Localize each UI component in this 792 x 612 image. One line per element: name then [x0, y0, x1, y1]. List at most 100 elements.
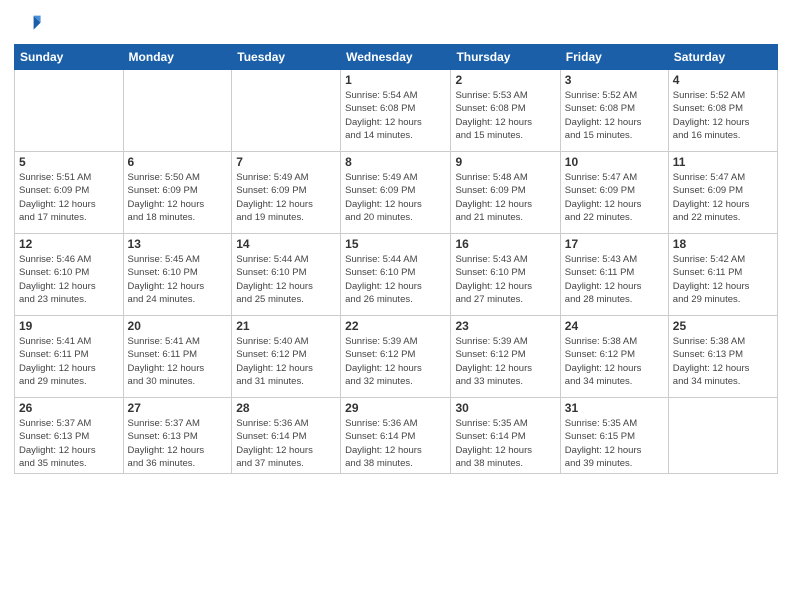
weekday-header: Thursday — [451, 45, 560, 70]
day-number: 6 — [128, 155, 228, 169]
calendar-row: 12 Sunrise: 5:46 AM Sunset: 6:10 PM Dayli… — [15, 234, 778, 316]
day-info: Sunrise: 5:51 AM Sunset: 6:09 PM Dayligh… — [19, 171, 119, 224]
day-number: 31 — [565, 401, 664, 415]
day-number: 28 — [236, 401, 336, 415]
day-number: 27 — [128, 401, 228, 415]
day-info: Sunrise: 5:46 AM Sunset: 6:10 PM Dayligh… — [19, 253, 119, 306]
calendar-cell: 24 Sunrise: 5:38 AM Sunset: 6:12 PM Dayli… — [560, 316, 668, 398]
day-info: Sunrise: 5:41 AM Sunset: 6:11 PM Dayligh… — [128, 335, 228, 388]
day-info: Sunrise: 5:52 AM Sunset: 6:08 PM Dayligh… — [565, 89, 664, 142]
day-info: Sunrise: 5:35 AM Sunset: 6:14 PM Dayligh… — [455, 417, 555, 470]
calendar-cell: 16 Sunrise: 5:43 AM Sunset: 6:10 PM Dayli… — [451, 234, 560, 316]
calendar-cell: 8 Sunrise: 5:49 AM Sunset: 6:09 PM Daylig… — [341, 152, 451, 234]
logo-icon — [14, 10, 42, 38]
calendar-cell: 29 Sunrise: 5:36 AM Sunset: 6:14 PM Dayli… — [341, 398, 451, 474]
calendar-cell: 1Sunrise: 5:54 AM Sunset: 6:08 PM Daylig… — [341, 70, 451, 152]
day-info: Sunrise: 5:49 AM Sunset: 6:09 PM Dayligh… — [236, 171, 336, 224]
calendar-cell: 25Sunrise: 5:38 AM Sunset: 6:13 PM Dayli… — [668, 316, 777, 398]
calendar-cell: 19 Sunrise: 5:41 AM Sunset: 6:11 PM Dayli… — [15, 316, 124, 398]
calendar-cell: 27 Sunrise: 5:37 AM Sunset: 6:13 PM Dayli… — [123, 398, 232, 474]
day-number: 17 — [565, 237, 664, 251]
calendar-cell: 14 Sunrise: 5:44 AM Sunset: 6:10 PM Dayli… — [232, 234, 341, 316]
day-info: Sunrise: 5:42 AM Sunset: 6:11 PM Dayligh… — [673, 253, 773, 306]
day-info: Sunrise: 5:50 AM Sunset: 6:09 PM Dayligh… — [128, 171, 228, 224]
weekday-header: Saturday — [668, 45, 777, 70]
day-number: 2 — [455, 73, 555, 87]
day-number: 24 — [565, 319, 664, 333]
calendar-row: 5 Sunrise: 5:51 AM Sunset: 6:09 PM Daylig… — [15, 152, 778, 234]
day-number: 20 — [128, 319, 228, 333]
calendar-cell — [15, 70, 124, 152]
calendar-cell: 10Sunrise: 5:47 AM Sunset: 6:09 PM Dayli… — [560, 152, 668, 234]
day-info: Sunrise: 5:39 AM Sunset: 6:12 PM Dayligh… — [455, 335, 555, 388]
calendar-cell: 28 Sunrise: 5:36 AM Sunset: 6:14 PM Dayli… — [232, 398, 341, 474]
calendar-cell: 20 Sunrise: 5:41 AM Sunset: 6:11 PM Dayli… — [123, 316, 232, 398]
calendar-cell: 23Sunrise: 5:39 AM Sunset: 6:12 PM Dayli… — [451, 316, 560, 398]
day-info: Sunrise: 5:37 AM Sunset: 6:13 PM Dayligh… — [128, 417, 228, 470]
day-info: Sunrise: 5:39 AM Sunset: 6:12 PM Dayligh… — [345, 335, 446, 388]
calendar-cell: 22Sunrise: 5:39 AM Sunset: 6:12 PM Dayli… — [341, 316, 451, 398]
calendar-cell: 17 Sunrise: 5:43 AM Sunset: 6:11 PM Dayli… — [560, 234, 668, 316]
calendar-cell: 18 Sunrise: 5:42 AM Sunset: 6:11 PM Dayli… — [668, 234, 777, 316]
day-number: 21 — [236, 319, 336, 333]
day-number: 9 — [455, 155, 555, 169]
day-number: 11 — [673, 155, 773, 169]
day-number: 16 — [455, 237, 555, 251]
day-number: 4 — [673, 73, 773, 87]
calendar-cell: 13Sunrise: 5:45 AM Sunset: 6:10 PM Dayli… — [123, 234, 232, 316]
calendar-cell: 2 Sunrise: 5:53 AM Sunset: 6:08 PM Daylig… — [451, 70, 560, 152]
day-info: Sunrise: 5:40 AM Sunset: 6:12 PM Dayligh… — [236, 335, 336, 388]
calendar-cell — [123, 70, 232, 152]
calendar-cell: 26Sunrise: 5:37 AM Sunset: 6:13 PM Dayli… — [15, 398, 124, 474]
day-info: Sunrise: 5:53 AM Sunset: 6:08 PM Dayligh… — [455, 89, 555, 142]
day-info: Sunrise: 5:44 AM Sunset: 6:10 PM Dayligh… — [236, 253, 336, 306]
day-number: 3 — [565, 73, 664, 87]
weekday-header: Monday — [123, 45, 232, 70]
day-info: Sunrise: 5:47 AM Sunset: 6:09 PM Dayligh… — [565, 171, 664, 224]
day-number: 14 — [236, 237, 336, 251]
weekday-header: Wednesday — [341, 45, 451, 70]
calendar-row: 1Sunrise: 5:54 AM Sunset: 6:08 PM Daylig… — [15, 70, 778, 152]
calendar-cell: 6 Sunrise: 5:50 AM Sunset: 6:09 PM Daylig… — [123, 152, 232, 234]
calendar-cell: 4 Sunrise: 5:52 AM Sunset: 6:08 PM Daylig… — [668, 70, 777, 152]
calendar-cell: 7 Sunrise: 5:49 AM Sunset: 6:09 PM Daylig… — [232, 152, 341, 234]
day-info: Sunrise: 5:44 AM Sunset: 6:10 PM Dayligh… — [345, 253, 446, 306]
calendar-cell: 30 Sunrise: 5:35 AM Sunset: 6:14 PM Dayli… — [451, 398, 560, 474]
calendar-cell: 3 Sunrise: 5:52 AM Sunset: 6:08 PM Daylig… — [560, 70, 668, 152]
day-info: Sunrise: 5:35 AM Sunset: 6:15 PM Dayligh… — [565, 417, 664, 470]
day-info: Sunrise: 5:43 AM Sunset: 6:11 PM Dayligh… — [565, 253, 664, 306]
day-number: 30 — [455, 401, 555, 415]
day-info: Sunrise: 5:36 AM Sunset: 6:14 PM Dayligh… — [236, 417, 336, 470]
day-number: 29 — [345, 401, 446, 415]
weekday-header: Tuesday — [232, 45, 341, 70]
day-info: Sunrise: 5:52 AM Sunset: 6:08 PM Dayligh… — [673, 89, 773, 142]
day-number: 26 — [19, 401, 119, 415]
weekday-header: Friday — [560, 45, 668, 70]
calendar-cell: 12 Sunrise: 5:46 AM Sunset: 6:10 PM Dayli… — [15, 234, 124, 316]
calendar-cell — [668, 398, 777, 474]
calendar-cell: 5 Sunrise: 5:51 AM Sunset: 6:09 PM Daylig… — [15, 152, 124, 234]
day-number: 1 — [345, 73, 446, 87]
weekday-header: Sunday — [15, 45, 124, 70]
day-info: Sunrise: 5:43 AM Sunset: 6:10 PM Dayligh… — [455, 253, 555, 306]
calendar: SundayMondayTuesdayWednesdayThursdayFrid… — [14, 44, 778, 474]
day-number: 5 — [19, 155, 119, 169]
day-info: Sunrise: 5:36 AM Sunset: 6:14 PM Dayligh… — [345, 417, 446, 470]
header — [14, 10, 778, 38]
day-info: Sunrise: 5:47 AM Sunset: 6:09 PM Dayligh… — [673, 171, 773, 224]
day-number: 12 — [19, 237, 119, 251]
calendar-cell: 21 Sunrise: 5:40 AM Sunset: 6:12 PM Dayli… — [232, 316, 341, 398]
day-number: 15 — [345, 237, 446, 251]
calendar-row: 19 Sunrise: 5:41 AM Sunset: 6:11 PM Dayli… — [15, 316, 778, 398]
calendar-row: 26 Sunrise: 5:37 AM Sunset: 6:13 PM Dayli… — [15, 398, 778, 474]
day-info: Sunrise: 5:49 AM Sunset: 6:09 PM Dayligh… — [345, 171, 446, 224]
day-info: Sunrise: 5:41 AM Sunset: 6:11 PM Dayligh… — [19, 335, 119, 388]
day-number: 18 — [673, 237, 773, 251]
calendar-cell — [232, 70, 341, 152]
calendar-cell: 15 Sunrise: 5:44 AM Sunset: 6:10 PM Dayli… — [341, 234, 451, 316]
day-number: 8 — [345, 155, 446, 169]
day-number: 7 — [236, 155, 336, 169]
day-number: 25 — [673, 319, 773, 333]
day-number: 19 — [19, 319, 119, 333]
day-info: Sunrise: 5:38 AM Sunset: 6:12 PM Dayligh… — [565, 335, 664, 388]
